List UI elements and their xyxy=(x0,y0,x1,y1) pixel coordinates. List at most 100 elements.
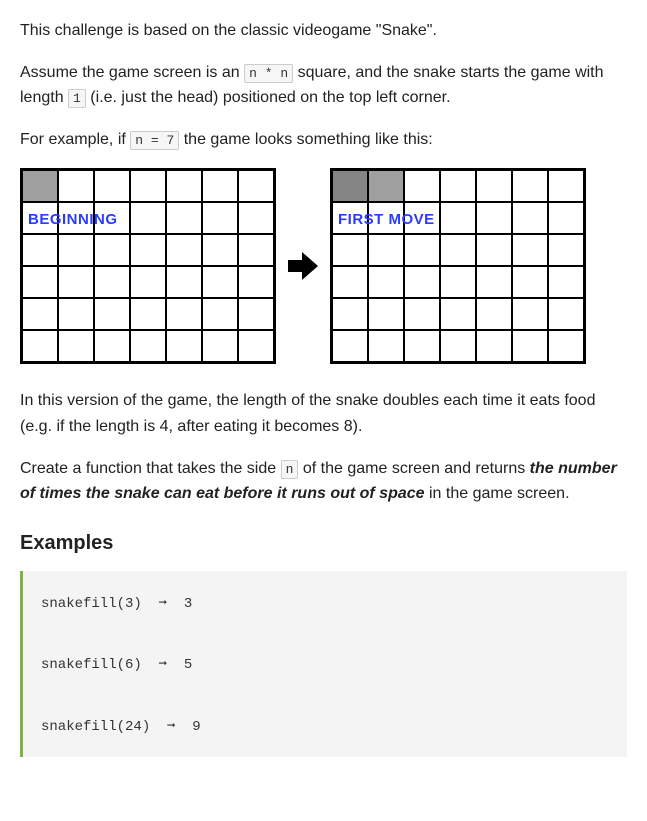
grid-cell xyxy=(440,202,476,234)
grid-cell xyxy=(94,202,130,234)
grid-cell xyxy=(238,330,274,362)
grid-cell xyxy=(238,298,274,330)
board-first-move: FIRST MOVE xyxy=(330,168,586,364)
grid-cell xyxy=(476,202,512,234)
grid-cell xyxy=(368,202,404,234)
grid-cell xyxy=(58,330,94,362)
code-n-equals-7: n = 7 xyxy=(130,131,179,150)
grid-cell xyxy=(404,202,440,234)
grid-cell xyxy=(512,202,548,234)
grid-cell xyxy=(22,298,58,330)
intro-paragraph-3: For example, if n = 7 the game looks som… xyxy=(20,127,627,153)
grid-cell xyxy=(166,330,202,362)
text: of the game screen and returns xyxy=(298,460,529,477)
grid-cell xyxy=(368,266,404,298)
rules-paragraph-1: In this version of the game, the length … xyxy=(20,388,627,439)
grid-cell xyxy=(58,266,94,298)
grid-cell xyxy=(22,330,58,362)
grid-cell xyxy=(476,234,512,266)
grid-cell xyxy=(404,330,440,362)
examples-heading: Examples xyxy=(20,527,627,559)
grid-cell xyxy=(22,266,58,298)
grid-cell xyxy=(548,234,584,266)
grid-cell xyxy=(94,298,130,330)
grid-cell xyxy=(512,234,548,266)
text: For example, if xyxy=(20,131,130,148)
grid-cell xyxy=(440,234,476,266)
grid-cell xyxy=(94,234,130,266)
grid-cell xyxy=(130,202,166,234)
grid-cell xyxy=(512,330,548,362)
grid-cell xyxy=(58,298,94,330)
board-beginning: BEGINNING xyxy=(20,168,276,364)
intro-paragraph-1: This challenge is based on the classic v… xyxy=(20,18,627,44)
grid-cell xyxy=(130,170,166,202)
grid-cell xyxy=(130,266,166,298)
code-n-times-n: n * n xyxy=(244,64,293,83)
arrow-icon xyxy=(288,252,318,280)
grid-cell xyxy=(440,170,476,202)
grid-cell xyxy=(332,266,368,298)
grid-cell xyxy=(94,266,130,298)
grid-cell xyxy=(512,266,548,298)
grid-cell xyxy=(130,298,166,330)
grid-cell xyxy=(440,266,476,298)
code-one: 1 xyxy=(68,89,86,108)
grid-cell xyxy=(476,170,512,202)
grid-cell xyxy=(94,330,130,362)
text: the game looks something like this: xyxy=(179,131,432,148)
grid-cell xyxy=(22,234,58,266)
text: Assume the game screen is an xyxy=(20,64,244,81)
intro-paragraph-2: Assume the game screen is an n * n squar… xyxy=(20,60,627,111)
grid-cell xyxy=(166,266,202,298)
grid-cell xyxy=(202,170,238,202)
text: (i.e. just the head) positioned on the t… xyxy=(86,89,451,106)
grid-cell xyxy=(368,298,404,330)
grid-cell xyxy=(368,234,404,266)
grid-cell xyxy=(166,298,202,330)
grid-cell xyxy=(58,202,94,234)
grid-cell xyxy=(548,330,584,362)
grid-cell xyxy=(512,170,548,202)
snake-diagram: BEGINNING FIRST MOVE xyxy=(20,168,627,364)
grid-cell xyxy=(548,170,584,202)
grid-cell xyxy=(130,330,166,362)
grid-cell xyxy=(166,170,202,202)
grid-cell xyxy=(368,170,404,202)
grid-cell xyxy=(166,202,202,234)
grid-cell xyxy=(130,234,166,266)
grid-cell xyxy=(440,330,476,362)
grid-cell xyxy=(404,266,440,298)
grid-cell xyxy=(404,234,440,266)
grid-cell xyxy=(202,202,238,234)
grid-cell xyxy=(58,170,94,202)
grid-cell xyxy=(166,234,202,266)
grid-cell xyxy=(202,266,238,298)
grid-cell xyxy=(548,202,584,234)
grid-cell xyxy=(202,298,238,330)
grid-cell xyxy=(404,298,440,330)
grid-cell xyxy=(332,170,368,202)
grid-cell xyxy=(476,266,512,298)
grid-cell xyxy=(332,330,368,362)
grid-cell xyxy=(238,266,274,298)
grid-cell xyxy=(332,202,368,234)
grid-cell xyxy=(368,330,404,362)
grid-cell xyxy=(238,202,274,234)
text: Create a function that takes the side xyxy=(20,460,281,477)
grid-cell xyxy=(202,234,238,266)
grid-cell xyxy=(238,234,274,266)
grid-cell xyxy=(238,170,274,202)
grid-cell xyxy=(476,298,512,330)
grid-cell xyxy=(548,266,584,298)
text: in the game screen. xyxy=(425,485,570,502)
grid-cell xyxy=(440,298,476,330)
grid-cell xyxy=(476,330,512,362)
code-n: n xyxy=(281,460,299,479)
grid-cell xyxy=(94,170,130,202)
grid-cell xyxy=(202,330,238,362)
grid-cell xyxy=(404,170,440,202)
grid-cell xyxy=(548,298,584,330)
examples-code-block: snakefill(3) ➞ 3 snakefill(6) ➞ 5 snakef… xyxy=(20,571,627,757)
grid-cell xyxy=(22,170,58,202)
